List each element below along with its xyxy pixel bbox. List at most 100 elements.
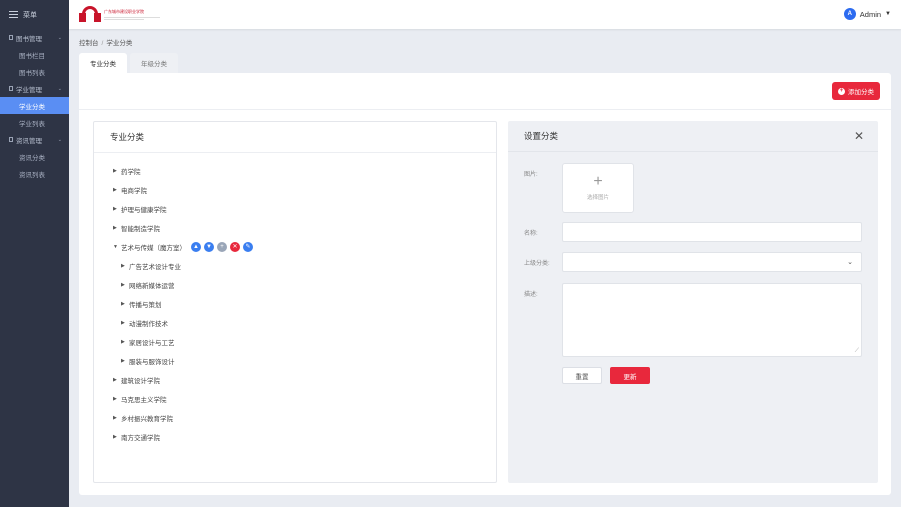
tree-node[interactable]: ▶ 服装与服饰设计 <box>94 351 496 370</box>
user-name: Admin <box>859 9 882 19</box>
tree-panel-title: 专业分类 <box>94 122 496 153</box>
category-tree: ▶ 药学院 ▶ 电商学院 ▶ 护理与健康学院 ▶ 智能制造学院 ▼ 艺术与传媒（魔方室） … <box>94 153 496 446</box>
sidebar-item-book-list[interactable]: 图书列表 <box>0 63 69 80</box>
sidebar-item-news-list[interactable]: 资讯列表 <box>0 165 69 182</box>
resize-handle-icon[interactable]: ⟋ <box>855 348 859 355</box>
tree-node-label: 动漫制作技术 <box>129 320 168 328</box>
sidebar: 菜单 图书管理 ⌄ 图书栏目 图书列表 学业管理 ⌄ 学业分类 学业列表 资讯管… <box>0 0 69 507</box>
caret-down-icon: ▼ <box>885 11 891 17</box>
node-actions: ▲ ▼ + ✕ ✎ <box>191 241 253 252</box>
sidebar-group-news[interactable]: 资讯管理 ⌄ <box>0 131 69 148</box>
tree-node[interactable]: ▶ 网络新媒体运营 <box>94 275 496 294</box>
menu-label: 菜单 <box>23 11 37 19</box>
tree-node[interactable]: ▶ 护理与健康学院 <box>94 199 496 218</box>
tab-bar: 专业分类 年级分类 <box>79 53 178 73</box>
sidebar-group-books[interactable]: 图书管理 ⌄ <box>0 29 69 46</box>
chevron-down-icon: ⌄ <box>847 259 853 266</box>
tree-node-label: 乡村振兴教育学院 <box>121 415 173 423</box>
tree-node-label: 广告艺术设计专业 <box>129 263 181 271</box>
add-category-button[interactable]: + 添加分类 <box>832 82 880 100</box>
breadcrumb-current: 学业分类 <box>106 40 133 47</box>
tab-grade-categories[interactable]: 年级分类 <box>130 53 178 73</box>
logo-mark-icon <box>79 6 101 22</box>
caret-right-icon: ▶ <box>113 414 117 421</box>
upload-caption: 选择图片 <box>586 195 609 201</box>
name-label: 名称: <box>524 231 538 237</box>
breadcrumb-home[interactable]: 控制台 <box>79 40 99 47</box>
caret-right-icon: ▶ <box>121 338 125 345</box>
sidebar-item-news-categories[interactable]: 资讯分类 <box>0 148 69 165</box>
tree-node[interactable]: ▶ 药学院 <box>94 161 496 180</box>
sidebar-group-label: 学业管理 <box>16 86 42 94</box>
caret-right-icon: ▶ <box>121 262 125 269</box>
logo-text: 广东城市建设职业学院 <box>104 8 144 14</box>
caret-right-icon: ▶ <box>121 319 125 326</box>
divider <box>79 109 891 110</box>
settings-panel-title: 设置分类 <box>508 121 878 152</box>
caret-right-icon: ▶ <box>113 186 117 193</box>
close-icon[interactable]: ✕ <box>854 130 864 142</box>
sidebar-item-book-columns[interactable]: 图书栏目 <box>0 46 69 63</box>
chevron-down-icon: ⌄ <box>57 34 62 41</box>
add-child-icon[interactable]: + <box>217 241 227 252</box>
tree-node-label: 艺术与传媒（魔方室） <box>121 244 186 252</box>
reset-button[interactable]: 重置 <box>562 367 602 384</box>
tree-node-expanded[interactable]: ▼ 艺术与传媒（魔方室） ▲ ▼ + ✕ ✎ <box>94 237 496 256</box>
caret-down-icon: ▼ <box>113 243 118 250</box>
user-menu[interactable]: A Admin ▼ <box>843 8 891 20</box>
caret-right-icon: ▶ <box>113 433 117 440</box>
caret-right-icon: ▶ <box>121 281 125 288</box>
category-settings-panel: 设置分类 ✕ 图片: + 选择图片 名称: 上级分类: ⌄ 描述: ⟋ 重置 更… <box>508 121 878 483</box>
tree-node-label: 智能制造学院 <box>121 225 160 233</box>
tree-node-label: 药学院 <box>121 168 141 176</box>
sidebar-item-study-categories[interactable]: 学业分类 <box>0 97 69 114</box>
school-logo: 广东城市建设职业学院 <box>79 6 160 22</box>
parent-select[interactable]: ⌄ <box>562 252 862 272</box>
tab-major-categories[interactable]: 专业分类 <box>79 53 127 73</box>
tree-node[interactable]: ▶ 动漫制作技术 <box>94 313 496 332</box>
caret-right-icon: ▶ <box>113 224 117 231</box>
caret-right-icon: ▶ <box>121 357 125 364</box>
caret-right-icon: ▶ <box>113 376 117 383</box>
caret-right-icon: ▶ <box>113 395 117 402</box>
add-category-label: 添加分类 <box>848 89 874 96</box>
tree-node-label: 建筑设计学院 <box>121 377 160 385</box>
menu-toggle[interactable]: 菜单 <box>0 0 69 29</box>
tree-node[interactable]: ▶ 传播与策划 <box>94 294 496 313</box>
parent-label: 上级分类: <box>524 261 550 267</box>
plus-icon: + <box>593 173 603 190</box>
tree-node-label: 家居设计与工艺 <box>129 339 175 347</box>
tree-node-label: 网络新媒体运营 <box>129 282 175 290</box>
sidebar-item-study-list[interactable]: 学业列表 <box>0 114 69 131</box>
tree-node-label: 电商学院 <box>121 187 147 195</box>
sidebar-group-label: 资讯管理 <box>16 137 42 145</box>
image-upload[interactable]: + 选择图片 <box>562 163 634 213</box>
tree-node[interactable]: ▶ 家居设计与工艺 <box>94 332 496 351</box>
edit-icon[interactable]: ✎ <box>243 241 253 252</box>
top-bar: 广东城市建设职业学院 A Admin ▼ <box>69 0 901 29</box>
tree-node[interactable]: ▶ 建筑设计学院 <box>94 370 496 389</box>
description-textarea[interactable]: ⟋ <box>562 283 862 357</box>
move-up-icon[interactable]: ▲ <box>191 241 201 252</box>
plus-circle-icon: + <box>838 87 845 95</box>
tree-node[interactable]: ▶ 乡村振兴教育学院 <box>94 408 496 427</box>
tree-node-label: 服装与服饰设计 <box>129 358 175 366</box>
tree-node[interactable]: ▶ 广告艺术设计专业 <box>94 256 496 275</box>
tree-node[interactable]: ▶ 南方交通学院 <box>94 427 496 446</box>
tree-node[interactable]: ▶ 电商学院 <box>94 180 496 199</box>
breadcrumb: 控制台 / 学业分类 <box>79 40 133 47</box>
delete-icon[interactable]: ✕ <box>230 241 240 252</box>
tree-node-label: 马克思主义学院 <box>121 396 167 404</box>
sidebar-group-study[interactable]: 学业管理 ⌄ <box>0 80 69 97</box>
caret-right-icon: ▶ <box>121 300 125 307</box>
chevron-down-icon: ⌄ <box>57 85 62 92</box>
tree-node-label: 传播与策划 <box>129 301 162 309</box>
tree-node[interactable]: ▶ 智能制造学院 <box>94 218 496 237</box>
tree-node[interactable]: ▶ 马克思主义学院 <box>94 389 496 408</box>
move-down-icon[interactable]: ▼ <box>204 241 214 252</box>
tree-node-label: 南方交通学院 <box>121 434 160 442</box>
update-button[interactable]: 更新 <box>610 367 650 384</box>
name-input[interactable] <box>562 222 862 242</box>
book-icon <box>9 35 13 40</box>
chevron-down-icon: ⌄ <box>57 136 62 143</box>
